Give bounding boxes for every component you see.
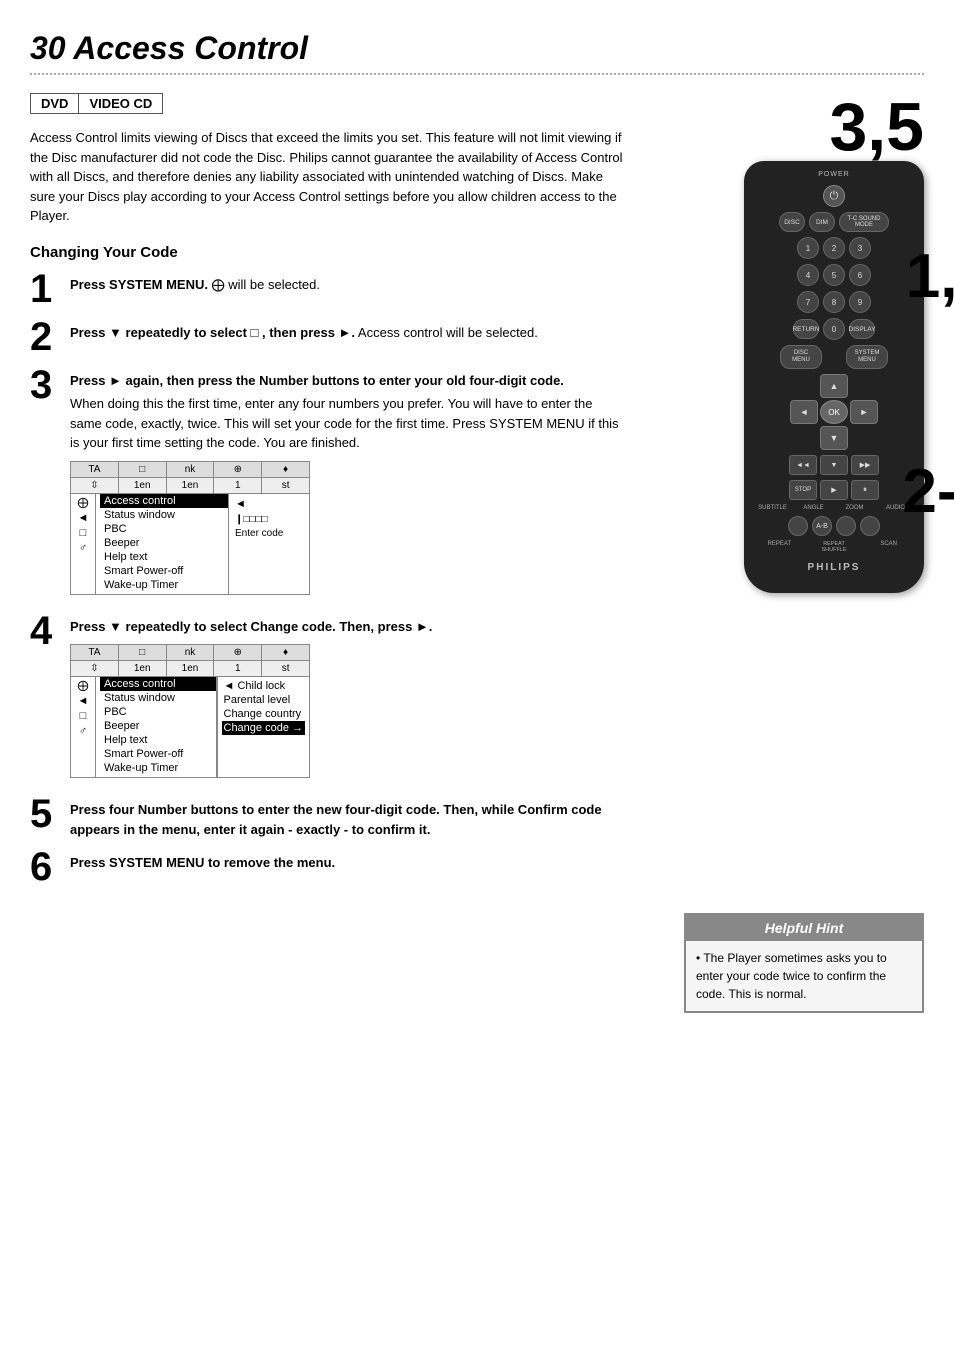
videocd-badge: VIDEO CD	[78, 93, 163, 114]
num-1-button[interactable]: 1	[797, 237, 819, 259]
helpful-hint-text: The Player sometimes asks you to enter y…	[696, 951, 887, 1001]
philips-logo: PHILIPS	[808, 562, 861, 573]
pause-button[interactable]: ⏸	[851, 480, 879, 500]
step-3-number: 3	[30, 365, 58, 405]
step-6-content: Press SYSTEM MENU to remove the menu.	[70, 853, 624, 873]
num-8-button[interactable]: 8	[823, 291, 845, 313]
display-button[interactable]: DISPLAY	[849, 319, 875, 339]
num-7-button[interactable]: 7	[797, 291, 819, 313]
num-0-button[interactable]: 0	[823, 318, 845, 340]
menu-diagram-1: TA □ nk ⊕ ♦ ⇳ 1en 1en 1 st	[70, 461, 310, 595]
main-layout: DVD VIDEO CD Access Control limits viewi…	[30, 93, 924, 1013]
step-4-number: 4	[30, 611, 58, 651]
disc-menu-button[interactable]: DISCMENU	[780, 345, 822, 369]
top-buttons-row: DISC DIM T-C SOUND MODE	[779, 212, 889, 232]
ff-button[interactable]: ▶▶	[851, 455, 879, 475]
helpful-hint-content: • The Player sometimes asks you to enter…	[686, 941, 922, 1011]
step-6-number: 6	[30, 847, 58, 887]
section-divider	[30, 73, 924, 75]
step-5-content: Press four Number buttons to enter the n…	[70, 800, 624, 839]
power-label: POWER	[818, 171, 849, 178]
section-title: Changing Your Code	[30, 244, 624, 261]
num-9-button[interactable]: 9	[849, 291, 871, 313]
step-1-number: 1	[30, 269, 58, 309]
page-title: 30 Access Control	[30, 30, 924, 67]
return-zero-display-row: RETURN 0 DISPLAY	[793, 318, 875, 340]
helpful-hint-box: Helpful Hint • The Player sometimes asks…	[684, 913, 924, 1013]
step-3-content: Press ► again, then press the Number but…	[70, 371, 624, 603]
nav-up-button[interactable]: ▲	[820, 374, 848, 398]
step-3: 3 Press ► again, then press the Number b…	[30, 371, 624, 603]
num-row-1: 1 2 3	[797, 237, 871, 259]
helpful-hint-title: Helpful Hint	[686, 915, 922, 941]
transport-row: STOP ▶ ⏸	[789, 480, 879, 500]
audio-button[interactable]	[860, 516, 880, 536]
subtitle-button[interactable]	[788, 516, 808, 536]
step-2-content: Press ▼ repeatedly to select □ , then pr…	[70, 323, 624, 343]
left-column: DVD VIDEO CD Access Control limits viewi…	[30, 93, 644, 1013]
system-menu-button[interactable]: SYSTEMMENU	[846, 345, 888, 369]
step-2: 2 Press ▼ repeatedly to select □ , then …	[30, 323, 624, 357]
step-1: 1 Press SYSTEM MENU. ⨁ will be selected.	[30, 275, 624, 309]
page-container: 30 Access Control DVD VIDEO CD Access Co…	[30, 30, 924, 1013]
right-column: 3,5 POWER ⏻ DISC DIM T-C SOUND MODE 1 2 …	[644, 93, 924, 1013]
step-4: 4 Press ▼ repeatedly to select Change co…	[30, 617, 624, 787]
tc-sound-button[interactable]: T-C SOUND MODE	[839, 212, 889, 232]
step-4-content: Press ▼ repeatedly to select Change code…	[70, 617, 624, 787]
zoom-button[interactable]	[836, 516, 856, 536]
remote-control: POWER ⏻ DISC DIM T-C SOUND MODE 1 2 3 4	[744, 161, 924, 593]
step-5: 5 Press four Number buttons to enter the…	[30, 800, 624, 839]
dim-button[interactable]: DIM	[809, 212, 835, 232]
nav-right-button[interactable]: ►	[850, 400, 878, 424]
label-row-1: SUBTITLE ANGLE ZOOM AUDIO	[752, 505, 916, 511]
nav-left-button[interactable]: ◄	[790, 400, 818, 424]
rewind-button[interactable]: ◄◄	[789, 455, 817, 475]
disc-button[interactable]: DISC	[779, 212, 805, 232]
num-3-button[interactable]: 3	[849, 237, 871, 259]
stop-button[interactable]: STOP	[789, 480, 817, 500]
playback-row: ◄◄ ▼ ▶▶	[789, 455, 879, 475]
big-number-24: 2-4	[902, 461, 954, 523]
label-row-2: REPEAT REPEATSHUFFLE SCAN	[752, 541, 916, 553]
ok-button[interactable]: OK	[820, 400, 848, 424]
num-6-button[interactable]: 6	[849, 264, 871, 286]
intro-text: Access Control limits viewing of Discs t…	[30, 128, 624, 226]
num-2-button[interactable]: 2	[823, 237, 845, 259]
return-button[interactable]: RETURN	[793, 319, 819, 339]
step-6: 6 Press SYSTEM MENU to remove the menu.	[30, 853, 624, 887]
big-number-35: 3,5	[829, 93, 924, 161]
power-button[interactable]: ⏻	[823, 185, 845, 207]
step-1-content: Press SYSTEM MENU. ⨁ will be selected.	[70, 275, 624, 295]
num-4-button[interactable]: 4	[797, 264, 819, 286]
bottom-btn-row: A-B	[788, 516, 880, 536]
menu-row: DISCMENU SYSTEMMENU	[780, 345, 888, 369]
angle-button[interactable]: A-B	[812, 516, 832, 536]
step-2-number: 2	[30, 317, 58, 357]
num-row-3: 7 8 9	[797, 291, 871, 313]
big-number-16: 1,6	[906, 246, 954, 308]
format-badges: DVD VIDEO CD	[30, 93, 624, 114]
step-5-number: 5	[30, 794, 58, 834]
nav-down-button[interactable]: ▼	[820, 426, 848, 450]
nav-pad: ▲ ◄ OK ► ▼	[790, 374, 878, 450]
dvd-badge: DVD	[30, 93, 78, 114]
prev-button[interactable]: ▼	[820, 455, 848, 475]
num-row-2: 4 5 6	[797, 264, 871, 286]
play-button[interactable]: ▶	[820, 480, 848, 500]
num-5-button[interactable]: 5	[823, 264, 845, 286]
menu-diagram-2: TA □ nk ⊕ ♦ ⇳ 1en 1en 1 st	[70, 644, 310, 778]
